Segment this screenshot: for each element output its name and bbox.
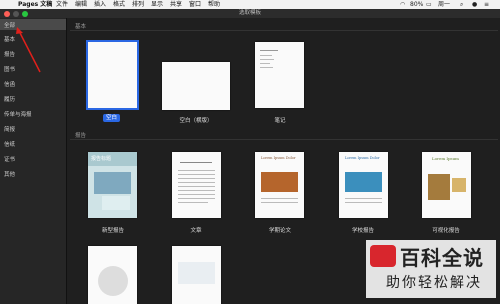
watermark-subtitle: 助你轻松解决 [386, 275, 482, 291]
watermark: 百科全说 助你轻松解决 [366, 240, 496, 298]
watermark-logo-icon [370, 245, 396, 267]
watermark-title: 百科全说 [400, 246, 484, 270]
